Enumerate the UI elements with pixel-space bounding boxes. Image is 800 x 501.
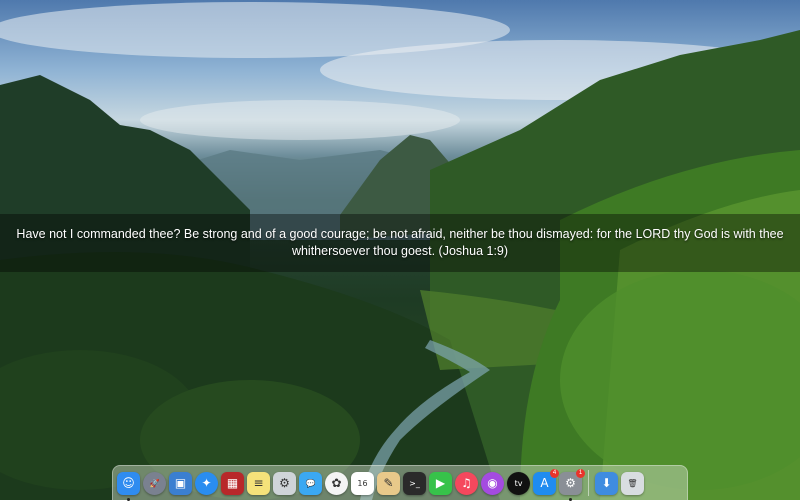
- finder-icon-glyph: ☺: [122, 476, 135, 490]
- terminal-icon-glyph: >_: [409, 478, 420, 488]
- calendar-icon[interactable]: 16: [351, 471, 374, 495]
- trash-icon-glyph: 🗑: [627, 478, 638, 488]
- safari-icon[interactable]: ✦: [195, 471, 218, 495]
- apple-tv-icon-glyph: tv: [514, 478, 523, 488]
- notes-icon-glyph: ≡: [253, 476, 264, 490]
- app-store-icon[interactable]: A4: [533, 468, 559, 495]
- verse-text: Have not I commanded thee? Be strong and…: [16, 227, 784, 258]
- downloads-folder-icon-glyph: ⬇: [601, 476, 612, 490]
- calendar-icon-glyph: 16: [357, 478, 368, 488]
- facetime-icon-glyph: ▶: [435, 476, 446, 490]
- terminal-icon[interactable]: >_: [403, 471, 426, 495]
- podcasts-icon-glyph: ◉: [487, 476, 498, 490]
- notes-icon[interactable]: ≡: [247, 471, 270, 495]
- messages-icon[interactable]: 💬: [299, 471, 322, 495]
- safari-icon-glyph: ✦: [201, 476, 212, 490]
- launchpad-icon[interactable]: 🚀: [143, 471, 166, 495]
- script-editor-icon-glyph: ✎: [383, 476, 394, 490]
- preview-icon[interactable]: ▣: [169, 471, 192, 495]
- music-icon-glyph: ♫: [461, 476, 472, 490]
- notification-badge: 4: [550, 468, 559, 478]
- downloads-folder-icon[interactable]: ⬇: [595, 471, 618, 495]
- system-preferences-icon-glyph: ⚙: [565, 476, 576, 490]
- verse-banner: Have not I commanded thee? Be strong and…: [0, 214, 800, 272]
- photos-icon[interactable]: ✿: [325, 471, 348, 495]
- utility-icon-glyph: ⚙: [279, 476, 290, 490]
- dock: ☺ 🚀 ▣ ✦ ▦ ≡ ⚙ 💬 ✿ 16 ✎ >_ ▶ ♫ ◉ tv A 4 ⚙ 1 ⬇ 🗑: [112, 465, 688, 501]
- preview-icon-glyph: ▣: [174, 476, 187, 490]
- photo-booth-icon-glyph: ▦: [226, 476, 239, 490]
- music-icon[interactable]: ♫: [455, 471, 478, 495]
- notification-badge: 1: [576, 468, 585, 478]
- dock-separator: [588, 470, 589, 496]
- app-store-icon-glyph: A: [540, 476, 549, 490]
- messages-icon-glyph: 💬: [305, 478, 316, 488]
- running-indicator: [569, 497, 572, 501]
- podcasts-icon[interactable]: ◉: [481, 471, 504, 495]
- system-preferences-icon[interactable]: ⚙ 1: [559, 468, 585, 501]
- photos-icon-glyph: ✿: [331, 476, 342, 490]
- launchpad-icon-glyph: 🚀: [149, 478, 160, 488]
- utility-icon[interactable]: ⚙: [273, 471, 296, 495]
- photo-booth-icon[interactable]: ▦: [221, 471, 244, 495]
- script-editor-icon[interactable]: ✎: [377, 471, 400, 495]
- facetime-icon[interactable]: ▶: [429, 471, 452, 495]
- running-indicator: [127, 497, 130, 501]
- finder-icon[interactable]: ☺: [117, 471, 140, 501]
- apple-tv-icon[interactable]: tv: [507, 471, 530, 495]
- trash-icon[interactable]: 🗑: [621, 471, 644, 495]
